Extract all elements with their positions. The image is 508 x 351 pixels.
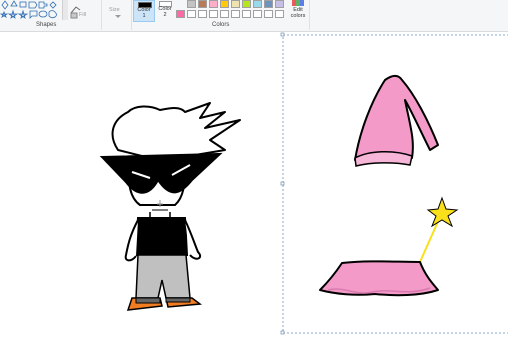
palette-swatch[interactable] — [275, 0, 284, 8]
pink-skirt-drawing — [319, 260, 439, 297]
drawing-canvas[interactable] — [0, 32, 508, 351]
palette-swatch-custom[interactable] — [176, 10, 185, 18]
palette-swatch[interactable] — [198, 10, 207, 18]
palette-swatch[interactable] — [187, 0, 196, 8]
color1-label: Color 1 — [137, 7, 151, 19]
ribbon: Fill Shapes Size Color 1 Color 2 Colors … — [0, 0, 508, 32]
fill-button[interactable]: Fill — [70, 11, 94, 19]
shapes-gallery[interactable] — [0, 0, 62, 20]
shapes-scroll-button[interactable] — [62, 0, 68, 20]
palette-swatch[interactable] — [231, 10, 240, 18]
color2-button[interactable]: Color 2 — [156, 0, 176, 22]
palette-swatch[interactable] — [198, 0, 207, 8]
shapes-group-label: Shapes — [36, 22, 57, 28]
palette-swatch[interactable] — [209, 10, 218, 18]
size-button[interactable]: Size — [106, 0, 130, 22]
palette-swatch[interactable] — [231, 0, 240, 8]
resize-handle[interactable] — [280, 32, 285, 37]
color-wheel-icon — [292, 0, 304, 6]
palette-swatch[interactable] — [242, 0, 251, 8]
resize-handle[interactable] — [280, 181, 285, 186]
separator — [309, 0, 310, 30]
chevron-down-icon — [115, 15, 121, 18]
colors-group-label: Colors — [212, 22, 230, 28]
palette-swatch[interactable] — [220, 0, 229, 8]
palette-swatch[interactable] — [253, 10, 262, 18]
palette-swatch[interactable] — [242, 10, 251, 18]
pink-hat-drawing — [354, 74, 439, 167]
palette-swatch[interactable] — [187, 10, 196, 18]
character-drawing — [99, 102, 241, 311]
palette-swatch[interactable] — [220, 10, 229, 18]
resize-handle[interactable] — [280, 330, 285, 335]
separator — [101, 0, 102, 30]
palette-swatch[interactable] — [264, 0, 273, 8]
edit-colors-label-2: colors — [290, 13, 306, 19]
star-wand-drawing — [419, 196, 459, 263]
color2-label: Color 2 — [158, 6, 172, 18]
color-palette — [176, 0, 288, 22]
edit-colors-button[interactable]: Edit colors — [288, 0, 308, 22]
separator — [131, 0, 132, 30]
outline-button[interactable] — [70, 1, 82, 14]
palette-swatch[interactable] — [264, 10, 273, 18]
fill-icon — [70, 12, 78, 19]
size-label: Size — [109, 7, 120, 13]
fill-label: Fill — [79, 12, 87, 18]
palette-swatch[interactable] — [253, 0, 262, 8]
color1-button[interactable]: Color 1 — [133, 0, 155, 22]
canvas-drawing — [99, 32, 508, 335]
shapes-gallery-icons — [0, 0, 57, 19]
palette-swatch[interactable] — [209, 0, 218, 8]
palette-swatch[interactable] — [275, 10, 284, 18]
